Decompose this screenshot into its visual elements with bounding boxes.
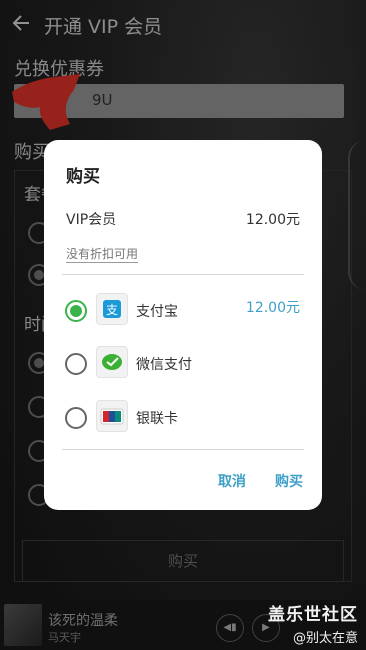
payment-label: 微信支付 xyxy=(136,357,192,373)
watermark: 盖乐世社区 @别太在意 xyxy=(268,600,358,646)
payment-label: 银联卡 xyxy=(136,411,178,427)
wechat-pay-icon xyxy=(96,346,128,378)
svg-text:支: 支 xyxy=(106,303,118,317)
radio-unselected[interactable] xyxy=(65,353,87,375)
dialog-title: 购买 xyxy=(66,167,100,187)
purchase-dialog: 购买 VIP会员 12.00元 没有折扣可用 支 支付宝 12.00元 微信支付 xyxy=(44,140,322,510)
item-name: VIP会员 xyxy=(66,212,117,228)
confirm-buy-button[interactable]: 购买 xyxy=(275,471,303,491)
cancel-button[interactable]: 取消 xyxy=(218,471,246,491)
discount-link[interactable]: 没有折扣可用 xyxy=(66,245,139,263)
payment-label: 支付宝 xyxy=(136,304,178,320)
item-price: 12.00元 xyxy=(245,212,300,228)
alipay-icon: 支 xyxy=(96,293,128,325)
unionpay-icon xyxy=(96,400,128,432)
divider xyxy=(62,274,304,275)
radio-selected[interactable] xyxy=(65,300,87,322)
watermark-line1: 盖乐世社区 xyxy=(268,605,358,625)
payment-option-unionpay[interactable]: 银联卡 xyxy=(44,396,322,440)
watermark-line2: @别太在意 xyxy=(292,631,358,646)
radio-unselected[interactable] xyxy=(65,407,87,429)
payment-price: 12.00元 xyxy=(245,300,300,316)
divider xyxy=(62,449,304,450)
payment-option-wechat[interactable]: 微信支付 xyxy=(44,342,322,386)
payment-option-alipay[interactable]: 支 支付宝 12.00元 xyxy=(44,289,322,333)
